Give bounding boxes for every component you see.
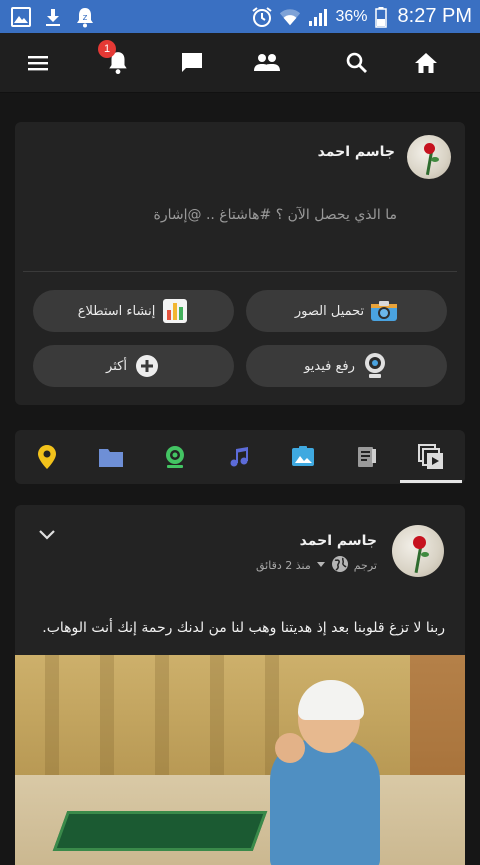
active-tab-indicator [400,480,462,483]
avatar[interactable] [407,135,451,179]
status-bar: z 36% 8:27 PM [0,0,480,33]
video-feed-icon [418,444,443,469]
post-card: جاسم احمد ترجم منذ 2 دقائق ربنا لا تزغ ق… [15,505,465,865]
alarm-icon [251,6,273,28]
webcam-tab-icon [166,446,184,468]
app-header: 1 [0,33,480,93]
post-meta: ترجم منذ 2 دقائق [256,555,377,576]
tab-music[interactable] [209,430,269,484]
webcam-icon [361,352,389,380]
status-left: z [10,6,96,28]
battery-icon [374,6,388,28]
upload-video-button[interactable]: رفع فيديو [246,345,447,387]
location-icon [38,445,56,469]
more-label: أكثر [106,358,127,374]
post-avatar[interactable] [392,525,444,577]
friends-icon [254,54,280,71]
camera-icon [370,297,398,325]
tab-files[interactable] [81,430,141,484]
menu-icon [28,56,48,71]
download-icon [42,6,64,28]
search-button[interactable] [337,43,377,83]
tab-webcam[interactable] [145,430,205,484]
tab-articles[interactable] [337,430,397,484]
post-composer: جاسم احمد ما الذي يحصل الآن ؟ #هاشتاغ ..… [15,122,465,405]
upload-video-label: رفع فيديو [304,358,355,374]
photos-icon [292,446,314,466]
post-options-button[interactable] [37,525,57,549]
messages-button[interactable] [172,43,212,83]
chevron-down-icon [39,530,55,540]
post-text: ربنا لا تزغ قلوبنا بعد إذ هديتنا وهب لنا… [42,620,445,636]
post-time: منذ 2 دقائق [256,559,311,572]
tab-video-feed[interactable] [401,430,461,484]
globe-icon [331,555,349,576]
notification-bell-icon: z [74,6,96,28]
wifi-icon [279,6,301,28]
upload-photos-button[interactable]: تحميل الصور [246,290,447,332]
home-button[interactable] [406,43,446,83]
files-icon [99,449,123,467]
create-poll-button[interactable]: إنشاء استطلاع [33,290,234,332]
post-image[interactable] [15,655,465,865]
composer-input[interactable]: ما الذي يحصل الآن ؟ #هاشتاغ .. @إشارة [57,207,397,223]
more-button[interactable]: أكثر [33,345,234,387]
articles-icon [358,447,376,467]
music-icon [230,447,248,467]
friends-button[interactable] [247,43,287,83]
translate-link[interactable]: ترجم [354,559,377,572]
search-icon [346,52,367,73]
divider [23,271,457,272]
svg-text:z: z [83,13,88,23]
menu-button[interactable] [18,43,58,83]
upload-photos-label: تحميل الصور [294,303,365,319]
tab-location[interactable] [17,430,77,484]
messages-icon [182,53,202,72]
poll-icon [161,297,189,325]
plus-circle-icon [133,352,161,380]
home-icon [415,53,437,73]
notification-badge: 1 [98,40,116,58]
gallery-icon [10,6,32,28]
composer-user-name[interactable]: جاسم احمد [318,144,395,160]
privacy-dropdown-icon[interactable] [316,559,326,572]
battery-percent: 36% [335,7,368,25]
post-author-name[interactable]: جاسم احمد [300,533,377,549]
feed-tabs [15,430,465,484]
create-poll-label: إنشاء استطلاع [77,303,156,319]
status-time: 8:27 PM [397,5,472,27]
signal-icon [307,6,329,28]
tab-photos[interactable] [273,430,333,484]
status-right: 36% 8:27 PM [251,5,472,28]
